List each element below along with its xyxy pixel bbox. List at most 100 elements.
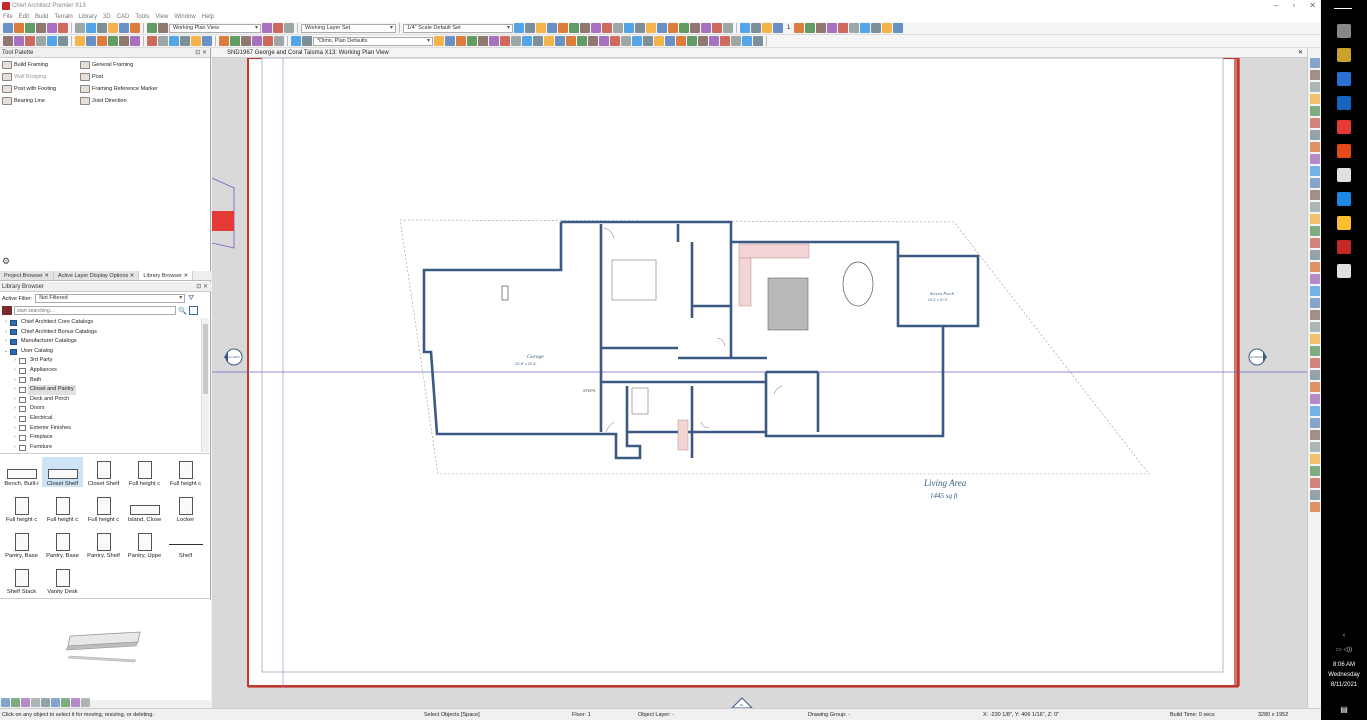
tab-library-browser[interactable]: Library Browser ✕ <box>139 271 194 280</box>
library-item[interactable]: Vanity Desk <box>42 565 83 595</box>
toolbar-tool-icon[interactable] <box>241 36 251 46</box>
expand-arrow-icon[interactable]: › <box>11 395 19 405</box>
toolbar-tool-icon[interactable] <box>302 36 312 46</box>
menu-file[interactable]: File <box>3 14 13 20</box>
side-tool-icon[interactable] <box>1309 166 1320 176</box>
toolbar-tool-icon[interactable] <box>687 36 697 46</box>
search-options-icon[interactable] <box>188 306 198 315</box>
side-tool-icon[interactable] <box>1309 358 1320 368</box>
scale-select[interactable]: 1/4" Scale Default Set <box>403 23 513 33</box>
toolbar-tool-icon[interactable] <box>130 36 140 46</box>
side-tool-icon[interactable] <box>1309 310 1320 320</box>
toolbar-tool-icon[interactable] <box>610 36 620 46</box>
mini-tool-icon[interactable] <box>81 698 90 707</box>
toolbar-tool-icon[interactable] <box>3 36 13 46</box>
search-icon[interactable]: 🔍 <box>178 307 187 315</box>
toolbar-tool-icon[interactable] <box>635 23 645 33</box>
clock[interactable]: 8:06 AM Wednesday 8/11/2021 <box>1321 660 1367 690</box>
menu-view[interactable]: View <box>155 14 168 20</box>
toolbar-tool-icon[interactable] <box>621 36 631 46</box>
library-item[interactable]: Shelf <box>165 529 206 559</box>
toolbar-tool-icon[interactable] <box>434 36 444 46</box>
side-tool-icon[interactable] <box>1309 202 1320 212</box>
close-document-icon[interactable]: ✕ <box>1298 48 1303 58</box>
tree-item[interactable]: › Electrical <box>2 414 200 424</box>
toolbar-tool-icon[interactable] <box>262 23 272 33</box>
side-tool-icon[interactable] <box>1309 322 1320 332</box>
side-tool-icon[interactable] <box>1309 334 1320 344</box>
toolbar-tool-icon[interactable] <box>191 36 201 46</box>
tool-wall-bridging[interactable]: Wall Bridging <box>2 72 80 82</box>
expand-arrow-icon[interactable]: › <box>2 337 10 347</box>
library-item[interactable]: Island, Close <box>124 493 165 523</box>
side-tool-icon[interactable] <box>1309 250 1320 260</box>
toolbar-tool-icon[interactable] <box>679 23 689 33</box>
toolbar-tool-icon[interactable] <box>97 36 107 46</box>
toolbar-tool-icon[interactable] <box>511 36 521 46</box>
side-tool-icon[interactable] <box>1309 490 1320 500</box>
toolbar-tool-icon[interactable] <box>14 36 24 46</box>
pin-close-icon[interactable]: ⊡ ✕ <box>196 282 208 292</box>
tree-item[interactable]: › 3rd Party <box>2 356 200 366</box>
toolbar-tool-icon[interactable] <box>230 36 240 46</box>
tree-item[interactable]: › Appliances <box>2 366 200 376</box>
toolbar-tool-icon[interactable] <box>624 23 634 33</box>
toolbar-tool-icon[interactable] <box>158 36 168 46</box>
menu-3d[interactable]: 3D <box>103 14 111 20</box>
toolbar-tool-icon[interactable] <box>522 36 532 46</box>
toolbar-tool-icon[interactable] <box>108 36 118 46</box>
side-tool-icon[interactable] <box>1309 298 1320 308</box>
toolbar-tool-icon[interactable] <box>731 36 741 46</box>
toolbar-tool-icon[interactable] <box>525 23 535 33</box>
library-item[interactable]: Bench, Built-i <box>1 457 42 487</box>
toolbar-tool-icon[interactable] <box>816 23 827 33</box>
tool-framing-reference-marker[interactable]: Framing Reference Marker <box>80 84 200 94</box>
toolbar-tool-icon[interactable] <box>86 23 96 33</box>
tree-item[interactable]: › Deck and Porch <box>2 395 200 405</box>
toolbar-tool-icon[interactable] <box>569 23 579 33</box>
taskbar-app-icon[interactable] <box>1337 192 1351 206</box>
document-tab[interactable]: SND1967 George and Coral Talsma X13: Wor… <box>212 48 1307 58</box>
toolbar-tool-icon[interactable] <box>47 23 57 33</box>
toolbar-tool-icon[interactable] <box>871 23 882 33</box>
toolbar-tool-icon[interactable] <box>36 23 46 33</box>
menu-window[interactable]: Window <box>174 14 195 20</box>
pin-close-icon[interactable]: ⊡ ✕ <box>195 48 207 58</box>
toolbar-tool-icon[interactable] <box>860 23 871 33</box>
toolbar-tool-icon[interactable] <box>489 36 499 46</box>
toolbar-tool-icon[interactable] <box>646 23 656 33</box>
side-tool-icon[interactable] <box>1309 346 1320 356</box>
toolbar-tool-icon[interactable] <box>75 36 85 46</box>
toolbar-tool-icon[interactable] <box>252 36 262 46</box>
taskbar-app-icon[interactable] <box>1337 144 1351 158</box>
library-item[interactable]: Full height c <box>165 457 206 487</box>
toolbar-tool-icon[interactable] <box>478 36 488 46</box>
tree-scrollbar[interactable] <box>201 318 209 452</box>
side-tool-icon[interactable] <box>1309 478 1320 488</box>
expand-arrow-icon[interactable]: › <box>11 356 19 366</box>
library-item[interactable]: Full height c <box>1 493 42 523</box>
toolbar-tool-icon[interactable] <box>643 36 653 46</box>
toolbar-tool-icon[interactable] <box>698 36 708 46</box>
toolbar-tool-icon[interactable] <box>547 23 557 33</box>
toolbar-tool-icon[interactable] <box>665 36 675 46</box>
toolbar-tool-icon[interactable] <box>849 23 860 33</box>
side-tool-icon[interactable] <box>1309 262 1320 272</box>
toolbar-tool-icon[interactable] <box>613 23 623 33</box>
library-item[interactable]: Full height c <box>42 493 83 523</box>
menu-tools[interactable]: Tools <box>135 14 149 20</box>
taskbar-app-icon[interactable] <box>1337 168 1351 182</box>
side-tool-icon[interactable] <box>1309 70 1320 80</box>
toolbar-tool-icon[interactable] <box>500 36 510 46</box>
toolbar-tool-icon[interactable] <box>577 36 587 46</box>
toolbar-tool-icon[interactable] <box>632 36 642 46</box>
tool-post-with-footing[interactable]: Post with Footing <box>2 84 80 94</box>
side-tool-icon[interactable] <box>1309 58 1320 68</box>
side-tool-icon[interactable] <box>1309 466 1320 476</box>
toolbar-tool-icon[interactable] <box>158 23 168 33</box>
library-item[interactable]: Pantry, Shelf <box>83 529 124 559</box>
toolbar-tool-icon[interactable] <box>753 36 763 46</box>
side-tool-icon[interactable] <box>1309 502 1320 512</box>
toolbar-tool-icon[interactable] <box>882 23 893 33</box>
tree-item[interactable]: › Fireplace <box>2 433 200 443</box>
